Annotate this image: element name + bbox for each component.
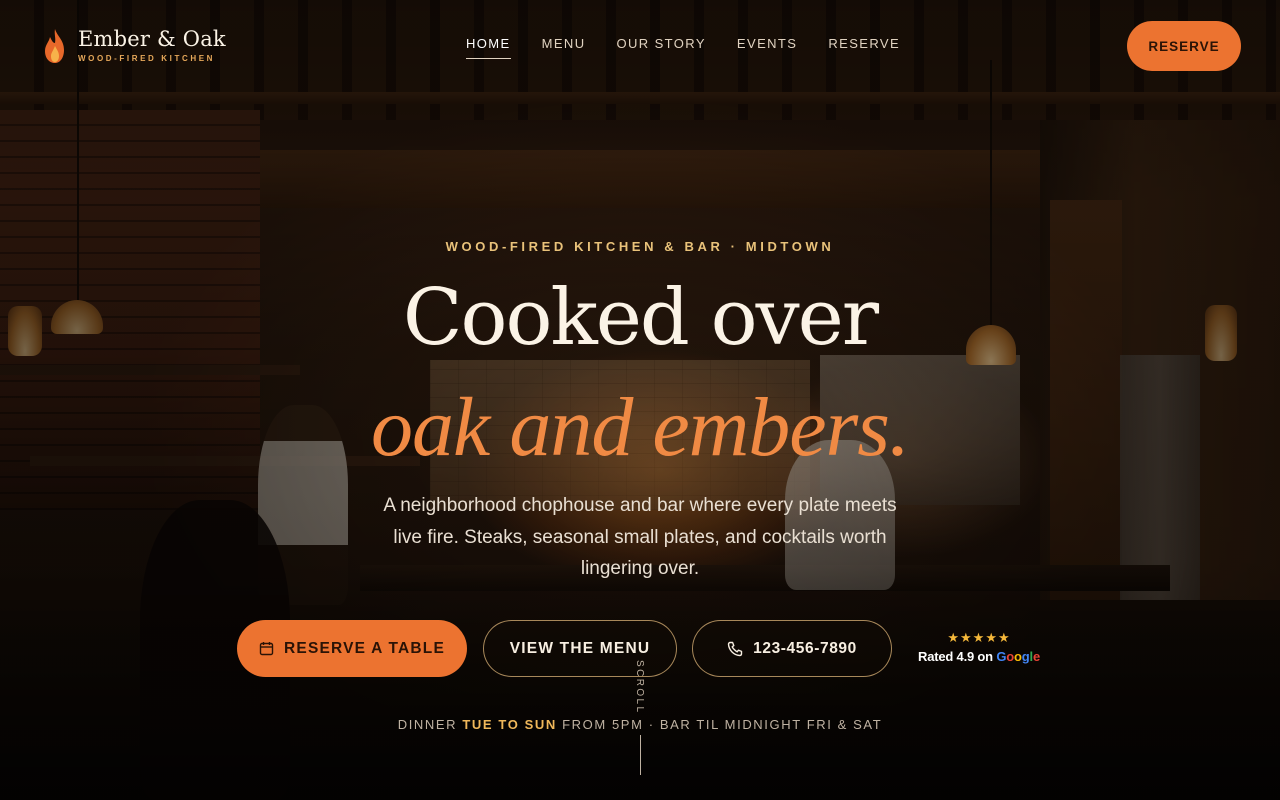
scroll-label: SCROLL: [634, 660, 645, 715]
calendar-icon: [259, 642, 274, 656]
google-letter: G: [996, 649, 1007, 664]
google-letter: e: [1032, 649, 1040, 664]
google-letter: o: [1006, 649, 1015, 664]
rating-stars: ★★★★★: [947, 630, 1011, 645]
nav-menu[interactable]: MENU: [542, 36, 586, 59]
google-letter: g: [1021, 649, 1030, 664]
rating-prefix: Rated 4.9 on: [918, 649, 993, 664]
hero-title-line1: Cooked over: [402, 273, 879, 363]
nav-our-story[interactable]: OUR STORY: [617, 36, 706, 59]
flame-icon: [45, 29, 64, 63]
hero-description: A neighborhood chophouse and bar where e…: [383, 495, 897, 579]
google-letter: o: [1014, 649, 1022, 664]
main-nav: HOME MENU OUR STORY EVENTS RESERVE: [466, 36, 900, 59]
hero-eyebrow: WOOD-FIRED KITCHEN & BAR · MIDTOWN: [445, 239, 835, 254]
hero-title-line2: oak and embers.: [371, 381, 910, 474]
rating-text: Rated 4.9 on Google: [912, 649, 1046, 664]
google-rating-badge[interactable]: ★★★★★ Rated 4.9 on Google: [912, 631, 1046, 664]
brand-logo[interactable]: Ember & Oak WOOD-FIRED KITCHEN: [42, 28, 226, 64]
hours-days: TUE TO SUN: [462, 717, 557, 732]
nav-home[interactable]: HOME: [466, 36, 511, 59]
site-header: Ember & Oak WOOD-FIRED KITCHEN HOME MENU…: [0, 0, 1280, 92]
nav-events[interactable]: EVENTS: [737, 36, 797, 59]
scroll-indicator[interactable]: SCROLL: [631, 660, 649, 778]
reserve-table-button[interactable]: RESERVE A TABLE: [237, 620, 467, 677]
reserve-table-label: RESERVE A TABLE: [284, 639, 445, 657]
hours-dinner: DINNER: [397, 717, 458, 732]
brand-name: Ember & Oak: [78, 27, 226, 51]
nav-reserve[interactable]: RESERVE: [828, 36, 900, 59]
view-menu-label: VIEW THE MENU: [509, 639, 651, 657]
header-reserve-button[interactable]: RESERVE: [1127, 21, 1241, 71]
google-logo-text: Google: [996, 649, 1040, 664]
brand-tagline: WOOD-FIRED KITCHEN: [78, 54, 216, 63]
hours-details: FROM 5PM · BAR TIL MIDNIGHT FRI & SAT: [562, 717, 883, 732]
phone-icon: [727, 641, 743, 656]
phone-number: 123-456-7890: [753, 639, 857, 657]
scroll-line: [640, 735, 641, 775]
phone-button[interactable]: 123-456-7890: [692, 620, 892, 677]
